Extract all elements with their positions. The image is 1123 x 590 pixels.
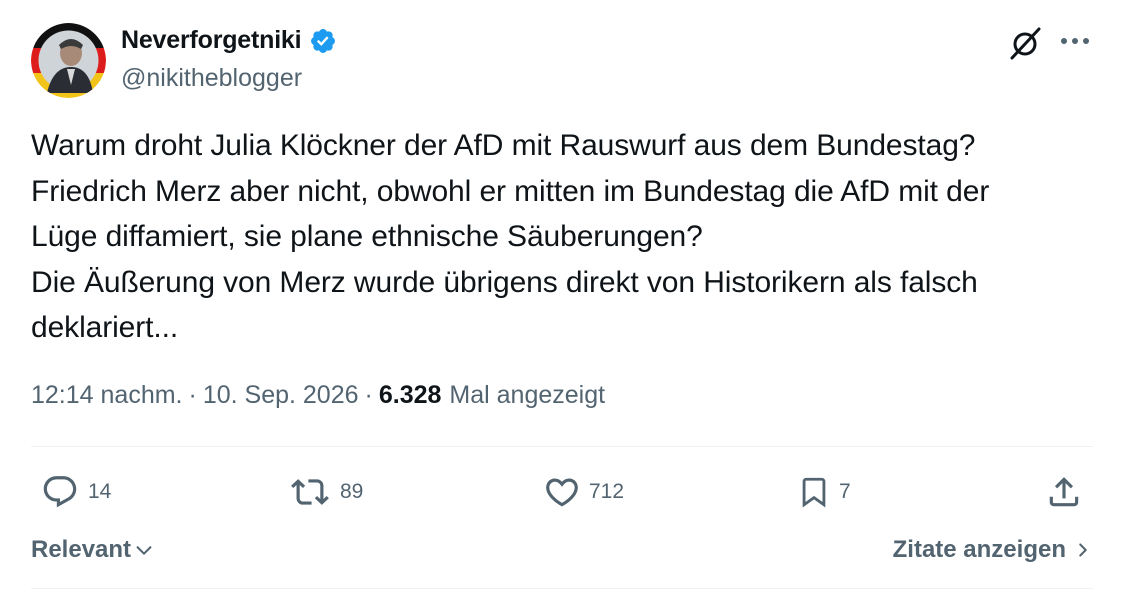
meta-separator: ·: [188, 381, 197, 409]
more-options-button[interactable]: [1056, 26, 1094, 56]
reply-count: 14: [88, 480, 112, 503]
grok-button[interactable]: [1006, 24, 1044, 62]
repost-button[interactable]: 89: [288, 473, 363, 511]
chevron-right-icon: [1079, 543, 1087, 557]
tweet-time[interactable]: 12:14 nachm.: [31, 381, 183, 410]
meta-separator: ·: [364, 381, 373, 409]
reply-button[interactable]: 14: [40, 473, 111, 511]
divider: [31, 588, 1093, 589]
tweet-text-line: Die Äußerung von Merz wurde übrigens dir…: [31, 265, 978, 299]
view-quotes-link[interactable]: Zitate anzeigen: [893, 536, 1090, 564]
tweet-text-line: Lüge diffamiert, sie plane ethnische Säu…: [31, 220, 703, 253]
tweet-text-line: Warum droht Julia Klöckner der AfD mit R…: [31, 129, 976, 162]
share-button[interactable]: [1045, 473, 1083, 511]
repost-icon: [291, 479, 329, 505]
heart-icon: [546, 478, 578, 507]
bookmark-icon: [802, 477, 826, 508]
tweet-text-line: Friedrich Merz aber nicht, obwohl er mit…: [31, 174, 990, 208]
sort-label: Relevant: [31, 536, 132, 563]
avatar-image: [31, 23, 106, 98]
author-display-name[interactable]: Neverforgetniki: [121, 26, 302, 55]
grok-icon: [1010, 27, 1041, 60]
avatar[interactable]: [31, 23, 106, 98]
divider: [31, 446, 1093, 447]
author-handle[interactable]: @nikitheblogger: [121, 64, 302, 93]
more-icon: [1061, 38, 1089, 44]
sort-replies-dropdown[interactable]: Relevant: [31, 536, 155, 564]
tweet-text-line: deklariert...: [31, 311, 179, 344]
tweet-meta: 12:14 nachm. · 10. Sep. 2026 · 6.328 Mal…: [31, 381, 605, 410]
bookmark-count: 7: [839, 480, 851, 503]
share-icon: [1049, 477, 1079, 507]
like-button[interactable]: 712: [543, 473, 624, 511]
author-name-row: Neverforgetniki: [121, 26, 337, 55]
views-count[interactable]: 6.328: [379, 381, 442, 410]
verified-badge-icon[interactable]: [309, 27, 337, 55]
views-label[interactable]: Mal angezeigt: [449, 381, 605, 410]
chevron-down-icon: [136, 546, 152, 555]
reply-icon: [43, 476, 77, 508]
tweet-text: Warum droht Julia Klöckner der AfD mit R…: [31, 123, 1101, 351]
bookmark-button[interactable]: 7: [797, 473, 851, 511]
like-count: 712: [589, 480, 625, 503]
quotes-label: Zitate anzeigen: [892, 536, 1066, 563]
tweet-date[interactable]: 10. Sep. 2026: [203, 381, 359, 410]
repost-count: 89: [340, 480, 364, 503]
